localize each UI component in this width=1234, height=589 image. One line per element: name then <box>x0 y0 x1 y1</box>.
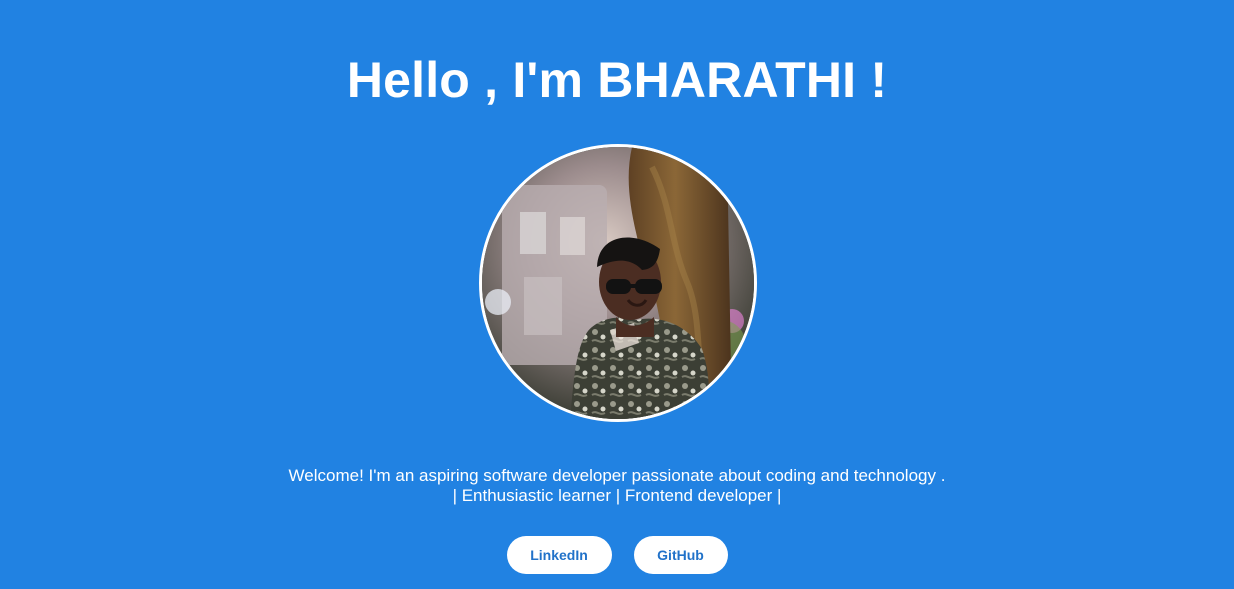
profile-links: LinkedIn GitHub <box>0 536 1234 574</box>
page-title: Hello , I'm BHARATHI ! <box>346 52 888 108</box>
avatar <box>479 144 757 422</box>
linkedin-button[interactable]: LinkedIn <box>506 536 612 574</box>
github-button[interactable]: GitHub <box>633 536 728 574</box>
profile-photo <box>482 147 754 419</box>
intro-text: Welcome! I'm an aspiring software develo… <box>0 466 1234 506</box>
hero-section: Hello , I'm BHARATHI ! Welcome! I'm an a… <box>0 0 1234 589</box>
intro-line-1: Welcome! I'm an aspiring software develo… <box>288 466 946 485</box>
intro-line-2: | Enthusiastic learner | Frontend develo… <box>452 486 782 505</box>
